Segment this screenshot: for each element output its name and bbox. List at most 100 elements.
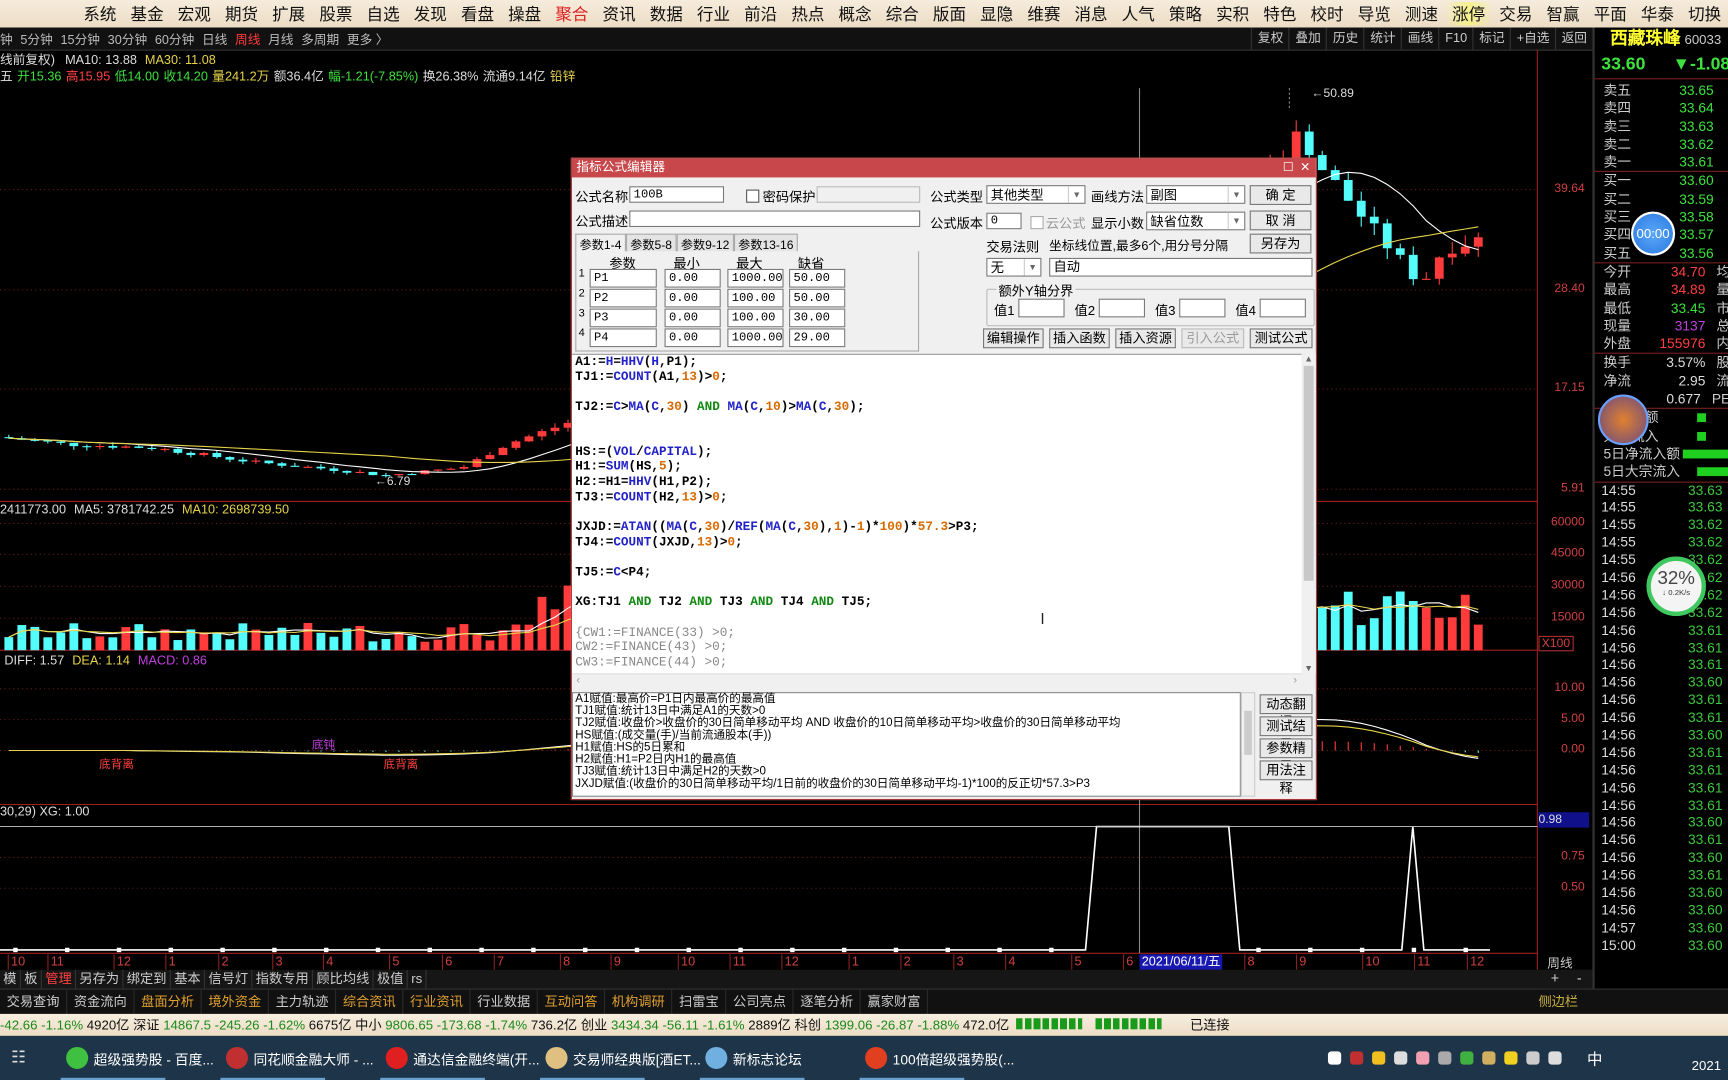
toolbar-button[interactable]: F10 [1438,27,1473,50]
menu-item[interactable]: 人气 [1115,2,1162,25]
menu-item[interactable]: 行业 [690,2,737,25]
formula-code-editor[interactable]: A1:=H=HHV(H,P1); TJ1:=COUNT(A1,13)>0; TJ2:… [571,353,1302,675]
scroll-thumb[interactable] [1244,710,1252,755]
taskbar-app[interactable]: 通达信金融终端(开... [380,1043,540,1080]
menu-item[interactable]: 测速 [1398,2,1445,25]
scroll-left-icon[interactable]: ‹ [572,674,580,686]
kt-icon[interactable] [1482,1051,1496,1065]
explanation-side-button[interactable]: 动态翻译 [1259,694,1313,730]
password-input[interactable] [816,186,921,203]
period-tab[interactable]: 5分钟 [20,31,52,49]
yaxis-value-input[interactable] [1098,298,1146,318]
menu-item[interactable]: 版面 [926,2,973,25]
explanation-scrollbar[interactable] [1240,692,1256,797]
param-cell-input[interactable]: 0.00 [664,308,721,328]
param-cell-input[interactable]: 50.00 [789,268,846,288]
yaxis-value-input[interactable] [1259,298,1306,318]
param-cell-input[interactable]: P2 [589,288,657,308]
timer-widget[interactable]: 00:00 [1631,211,1676,256]
axis-position-input[interactable]: 自动 [1049,257,1313,277]
toolbar-button[interactable]: 统计 [1363,27,1401,50]
indicator-tab[interactable]: 信号灯 [205,969,253,989]
menu-item[interactable]: 显隐 [973,2,1020,25]
period-tab[interactable]: 30分钟 [108,31,147,49]
indicator-tab[interactable]: 绑定到 [123,969,171,989]
period-tab[interactable]: 15分钟 [61,31,100,49]
network-icon[interactable] [1526,1051,1540,1065]
param-cell-input[interactable]: 29.00 [789,328,846,348]
wps-icon[interactable] [1349,1051,1364,1065]
period-tab[interactable]: 更多 〉 [347,31,389,49]
ime-indicator[interactable]: 中 [1587,1048,1602,1070]
param-cell-input[interactable]: 50.00 [789,288,846,308]
param-cell-input[interactable]: P1 [589,268,657,288]
taskbar-app[interactable]: 100倍超级强势股(... [859,1043,1014,1080]
formula-desc-input[interactable] [629,210,921,228]
menu-item[interactable]: 交易 [1492,2,1539,25]
indicator-tab[interactable]: 另存为 [76,969,124,989]
version-input[interactable]: 0 [986,212,1022,230]
param-cell-input[interactable]: 0.00 [664,288,721,308]
period-tab[interactable]: 60分钟 [155,31,194,49]
menu-item[interactable]: 热点 [784,2,831,25]
menu-item[interactable]: 看盘 [454,2,501,25]
maximize-icon[interactable]: ☐ [1283,159,1294,178]
menu-item[interactable]: 消息 [1067,2,1114,25]
editor-action-button[interactable]: 编辑操作 [983,328,1044,349]
code-horizontal-scrollbar[interactable]: ‹ › [571,673,1302,690]
cloud-checkbox[interactable] [1030,215,1044,230]
menu-item[interactable]: 资讯 [595,2,642,25]
formula-name-input[interactable]: 100B [629,186,725,203]
explanation-side-button[interactable]: 用法注释 [1259,760,1313,796]
function-tab[interactable]: 扫雷宝 [672,989,727,1015]
param-cell-input[interactable]: 100.00 [727,288,784,308]
menu-item[interactable]: 聚合 [548,2,595,25]
period-tab[interactable]: 月线 [268,31,293,49]
scroll-thumb[interactable] [1303,365,1314,581]
editor-action-button[interactable]: 测试公式 [1249,328,1313,349]
tick-list[interactable]: 14:55 33.63 14:55 33.63 14:55 33.62 14:55 33.62… [1594,481,1728,955]
toolbar-button[interactable]: 历史 [1326,27,1363,50]
function-tab[interactable]: 互动问答 [538,989,606,1015]
function-tab[interactable]: 资金流向 [67,989,135,1015]
indicator-tab[interactable]: 管理 [42,969,77,989]
menu-item[interactable]: 切换 [1681,2,1728,25]
menu-item[interactable]: 智赢 [1539,2,1586,25]
menu-item[interactable]: 概念 [831,2,878,25]
yaxis-value-input[interactable] [1179,298,1226,318]
function-tab[interactable]: 主力轨迹 [269,989,337,1015]
save-as-button[interactable]: 另存为 [1249,233,1312,254]
toolbar-button[interactable]: 画线 [1401,27,1438,50]
indicator-tab[interactable]: 指数专用 [252,969,314,989]
password-checkbox[interactable] [746,189,760,203]
menu-item[interactable]: 前沿 [737,2,784,25]
param-cell-input[interactable]: 0.00 [664,268,721,288]
menu-item[interactable]: 系统 [76,2,123,25]
menu-item[interactable]: 策略 [1162,2,1209,25]
flower-icon[interactable] [1416,1051,1430,1065]
period-tab[interactable]: 周线 [235,31,260,49]
indicator-tab[interactable]: 基本 [171,969,206,989]
menu-item[interactable]: 股票 [312,2,359,25]
function-tab[interactable]: 境外资金 [202,989,269,1015]
function-tab[interactable]: 赢家财富 [861,989,929,1015]
zoom-in-button[interactable]: + [1543,970,1567,989]
yaxis-value-input[interactable] [1018,298,1065,318]
function-tab[interactable]: 行业数据 [471,989,538,1015]
indicator-tab[interactable]: 模 [0,969,21,989]
scroll-up-icon[interactable]: ▲ [1302,354,1316,364]
menu-item[interactable]: 操盘 [501,2,548,25]
menu-item[interactable]: 综合 [879,2,926,25]
function-tab[interactable]: 行业资讯 [403,989,471,1015]
menu-item[interactable]: 导览 [1351,2,1398,25]
param-cell-input[interactable]: P3 [589,308,657,328]
menu-item[interactable]: 数据 [643,2,690,25]
toolbar-button[interactable]: 复权 [1251,27,1288,50]
param-cell-input[interactable]: P4 [589,328,657,348]
period-tab[interactable]: 日线 [202,31,227,49]
mic-icon[interactable] [1394,1051,1408,1065]
close-icon[interactable]: ✕ [1300,159,1310,178]
toolbar-button[interactable]: +自选 [1510,27,1555,50]
indicator-tab[interactable]: 板 [21,969,42,989]
menu-item[interactable]: 发现 [407,2,454,25]
